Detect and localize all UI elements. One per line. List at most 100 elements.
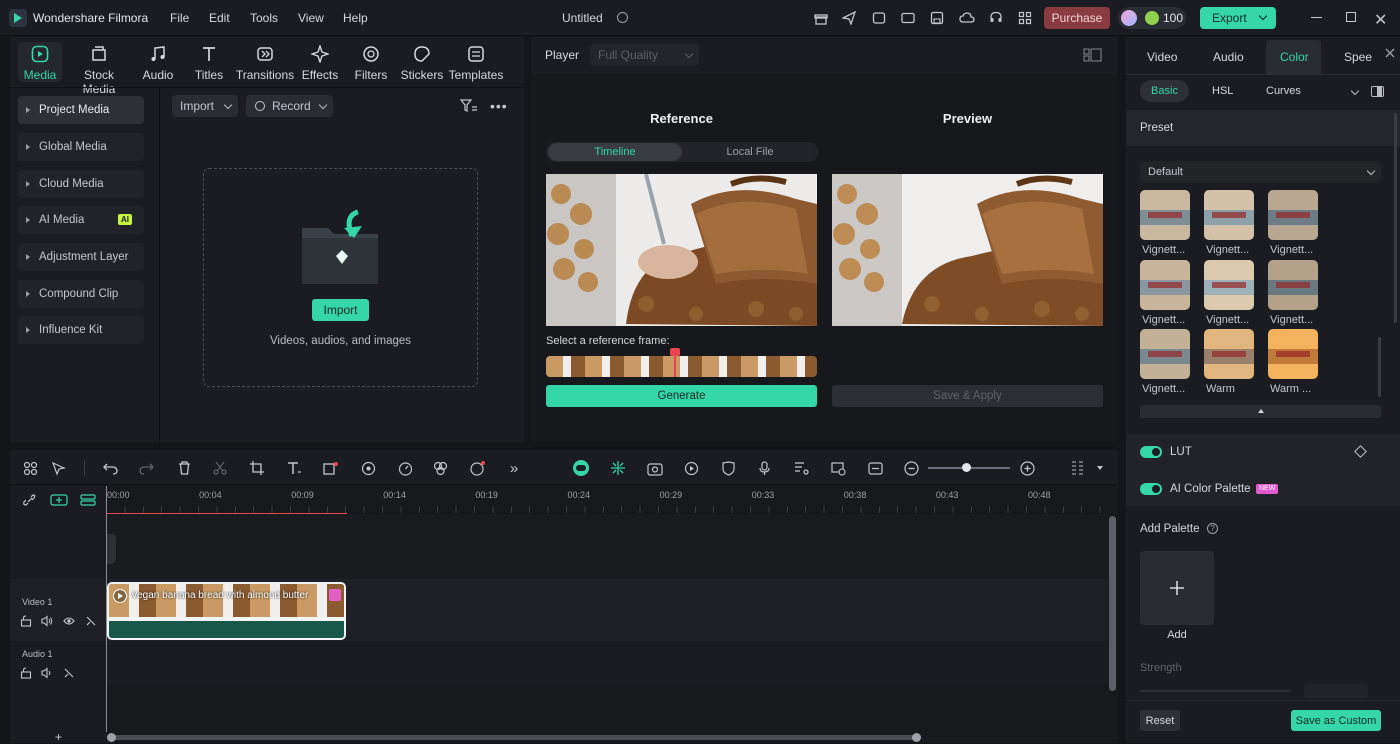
filter-sort-icon[interactable]: [459, 99, 478, 113]
lut-toggle[interactable]: [1140, 446, 1162, 458]
sidebar-item-compound-clip[interactable]: Compound Clip: [18, 280, 144, 308]
hide-track-icon[interactable]: [63, 667, 75, 679]
preset-thumbnail[interactable]: [1204, 260, 1254, 310]
lock-icon[interactable]: [20, 615, 32, 627]
menu-file[interactable]: File: [170, 11, 189, 25]
volume-icon[interactable]: [41, 667, 53, 679]
screen-icon[interactable]: [899, 9, 917, 27]
more-options-icon[interactable]: •••: [490, 98, 508, 114]
export-chevron-icon[interactable]: [1258, 11, 1268, 21]
tab-stock-media[interactable]: Stock Media: [66, 44, 132, 96]
select-tool-icon[interactable]: [48, 459, 68, 477]
strength-value-field[interactable]: [1304, 684, 1368, 698]
add-track-icon[interactable]: [50, 494, 68, 506]
layout-switch-icon[interactable]: [1083, 48, 1102, 62]
delete-icon[interactable]: [174, 459, 194, 477]
preset-thumbnail[interactable]: [1140, 260, 1190, 310]
tab-timeline[interactable]: Timeline: [548, 143, 682, 161]
microphone-icon[interactable]: [754, 459, 774, 477]
tab-local-file[interactable]: Local File: [684, 143, 816, 161]
auto-reframe-icon[interactable]: [645, 459, 665, 477]
more-tabs-icon[interactable]: [1383, 46, 1397, 60]
ai-tools-icon[interactable]: [467, 459, 487, 477]
sidebar-item-adjustment-layer[interactable]: Adjustment Layer: [18, 243, 144, 271]
ai-color-palette-toggle[interactable]: [1140, 483, 1162, 495]
tab-video[interactable]: Video: [1147, 50, 1177, 64]
sidebar-item-influence-kit[interactable]: Influence Kit: [18, 316, 144, 344]
crop-icon[interactable]: [247, 459, 267, 477]
tab-templates[interactable]: Templates: [446, 44, 506, 82]
add-palette-button[interactable]: [1140, 551, 1214, 625]
zoom-in-icon[interactable]: [1017, 459, 1037, 477]
zoom-out-icon[interactable]: [901, 459, 921, 477]
tab-color[interactable]: Color: [1280, 50, 1309, 64]
cloud-icon[interactable]: [957, 9, 977, 27]
send-icon[interactable]: [840, 9, 858, 27]
horizontal-scrollbar[interactable]: [107, 735, 921, 740]
tab-audio-props[interactable]: Audio: [1213, 50, 1244, 64]
preset-collapse-bar[interactable]: [1140, 405, 1381, 418]
quality-dropdown[interactable]: Full Quality: [590, 44, 699, 66]
layout-grid-icon[interactable]: [20, 459, 40, 477]
preset-thumbnail[interactable]: [1268, 329, 1318, 379]
preset-thumbnail[interactable]: [1204, 190, 1254, 240]
save-icon[interactable]: [928, 9, 946, 27]
minimize-icon[interactable]: [1311, 17, 1322, 18]
tab-titles[interactable]: Titles: [182, 44, 236, 82]
tab-transitions[interactable]: Transitions: [234, 44, 296, 82]
subtab-basic[interactable]: Basic: [1140, 80, 1189, 102]
vertical-scrollbar[interactable]: [1109, 516, 1116, 691]
color-match-icon[interactable]: [430, 459, 450, 477]
preset-thumbnail[interactable]: [1140, 190, 1190, 240]
credits-badge[interactable]: 100: [1118, 7, 1186, 29]
mask-shape-icon[interactable]: [321, 459, 341, 477]
tab-stickers[interactable]: Stickers: [395, 44, 449, 82]
fit-timeline-icon[interactable]: [865, 459, 885, 477]
support-icon[interactable]: [987, 9, 1005, 27]
ai-copilot-icon[interactable]: [571, 459, 591, 477]
frame-marker-handle[interactable]: [670, 348, 680, 356]
link-icon[interactable]: [22, 493, 38, 507]
record-dropdown[interactable]: Record: [246, 95, 333, 117]
media-manager-icon[interactable]: [870, 9, 888, 27]
sidebar-item-ai-media[interactable]: AI Media AI: [18, 206, 144, 234]
apps-grid-icon[interactable]: [1016, 9, 1034, 27]
shield-icon[interactable]: [718, 459, 738, 477]
purchase-button[interactable]: Purchase: [1044, 7, 1110, 29]
hide-track-icon[interactable]: [85, 615, 97, 627]
menu-view[interactable]: View: [298, 11, 324, 25]
track-manager-icon[interactable]: [80, 494, 96, 506]
export-button[interactable]: Export: [1200, 7, 1276, 29]
import-dropdown[interactable]: Import: [172, 95, 238, 117]
reference-frame-strip[interactable]: [546, 356, 817, 377]
preset-thumbnail[interactable]: [1268, 190, 1318, 240]
toolbar-dropdown-icon[interactable]: [1097, 466, 1103, 470]
add-track-plus-icon[interactable]: +: [55, 730, 62, 744]
playhead[interactable]: [106, 486, 107, 743]
subtab-curves[interactable]: Curves: [1266, 85, 1301, 97]
preset-thumbnail[interactable]: [1204, 329, 1254, 379]
eye-icon[interactable]: [63, 615, 75, 627]
preset-dropdown[interactable]: Default: [1140, 161, 1381, 183]
save-as-custom-button[interactable]: Save as Custom: [1291, 710, 1381, 731]
undo-icon[interactable]: [100, 459, 120, 477]
ai-cutout-icon[interactable]: [358, 459, 378, 477]
volume-icon[interactable]: [41, 615, 53, 627]
reset-button[interactable]: Reset: [1140, 710, 1180, 731]
menu-edit[interactable]: Edit: [209, 11, 230, 25]
preset-scrollbar[interactable]: [1378, 337, 1381, 397]
more-tools-icon[interactable]: »: [504, 459, 524, 477]
save-apply-button[interactable]: Save & Apply: [832, 385, 1103, 407]
scrollbar-left-handle[interactable]: [107, 733, 116, 742]
tab-audio[interactable]: Audio: [131, 44, 185, 82]
strength-slider[interactable]: [1140, 690, 1290, 692]
audio-mixer-icon[interactable]: [791, 459, 811, 477]
subtab-hsl[interactable]: HSL: [1212, 85, 1233, 97]
menu-tools[interactable]: Tools: [250, 11, 278, 25]
replace-clip-icon[interactable]: [828, 459, 848, 477]
speed-icon[interactable]: [395, 459, 415, 477]
tab-media[interactable]: Media: [13, 44, 67, 82]
snap-icon[interactable]: [608, 459, 628, 477]
timeline-collapse-handle[interactable]: [106, 534, 116, 564]
sidebar-item-project-media[interactable]: Project Media: [18, 96, 144, 124]
